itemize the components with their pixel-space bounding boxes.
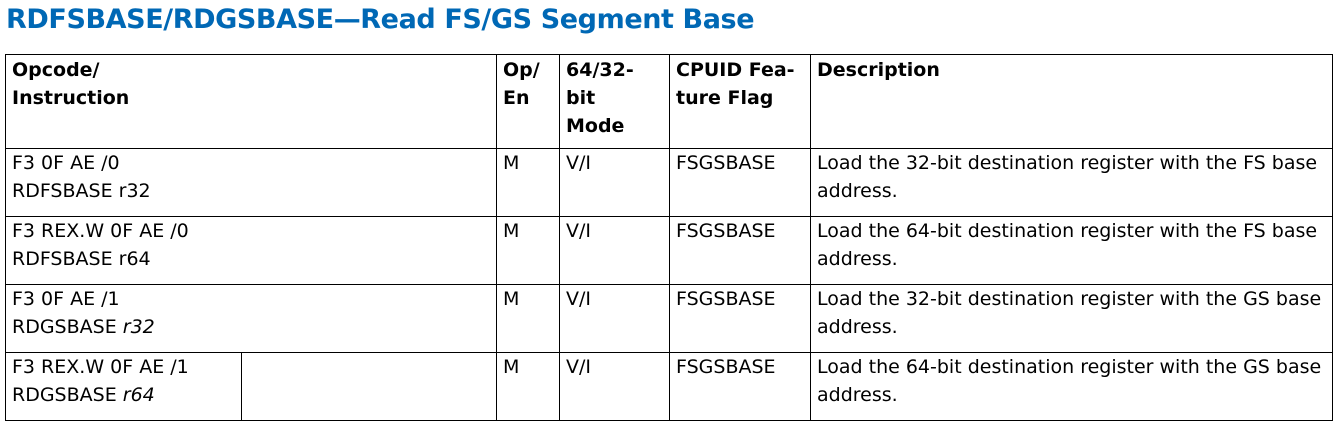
header-op-en: Op/ En	[496, 54, 560, 149]
opcode: F3 0F AE /1	[12, 288, 120, 310]
mode-cell: V/I	[559, 216, 670, 285]
description-cell: Load the 64-bit destination register wit…	[810, 352, 1333, 421]
cpuid-cell: FSGSBASE	[669, 148, 811, 217]
instruction: RDFSBASE r64	[12, 248, 151, 270]
table-row: F3 0F AE /0 RDFSBASE r32 M V/I FSGSBASE …	[5, 148, 1333, 217]
opcode-instruction-cell: F3 REX.W 0F AE /1 RDGSBASE r64	[5, 352, 497, 421]
description-cell: Load the 64-bit destination register wit…	[810, 216, 1333, 285]
table-row: F3 REX.W 0F AE /0 RDFSBASE r64 M V/I FSG…	[5, 216, 1333, 285]
opcode: F3 REX.W 0F AE /0	[12, 220, 189, 242]
opcode-instruction-cell: F3 REX.W 0F AE /0 RDFSBASE r64	[5, 216, 497, 285]
op-en-cell: M	[496, 284, 560, 353]
table-row: F3 REX.W 0F AE /1 RDGSBASE r64 M V/I FSG…	[5, 352, 1333, 421]
mode-cell: V/I	[559, 284, 670, 353]
op-en-cell: M	[496, 148, 560, 217]
instruction: RDGSBASE r32	[12, 316, 155, 338]
page-title: RDFSBASE/RDGSBASE—Read FS/GS Segment Bas…	[6, 4, 755, 35]
mode-cell: V/I	[559, 352, 670, 421]
table-row: F3 0F AE /1 RDGSBASE r32 M V/I FSGSBASE …	[5, 284, 1333, 353]
instruction: RDFSBASE r32	[12, 180, 151, 202]
opcode: F3 0F AE /0	[12, 152, 120, 174]
mode-cell: V/I	[559, 148, 670, 217]
instruction-table: Opcode/ Instruction Op/ En 64/32- bit Mo…	[5, 54, 1333, 421]
opcode-instruction-cell: F3 0F AE /0 RDFSBASE r32	[5, 148, 497, 217]
header-cpuid-flag: CPUID Fea- ture Flag	[669, 54, 811, 149]
header-description: Description	[810, 54, 1333, 149]
cpuid-cell: FSGSBASE	[669, 216, 811, 285]
opcode-instruction-cell: F3 0F AE /1 RDGSBASE r32	[5, 284, 497, 353]
table-header-row: Opcode/ Instruction Op/ En 64/32- bit Mo…	[5, 54, 1333, 149]
cpuid-cell: FSGSBASE	[669, 352, 811, 421]
opcode: F3 REX.W 0F AE /1	[12, 356, 189, 378]
description-cell: Load the 32-bit destination register wit…	[810, 284, 1333, 353]
cpuid-cell: FSGSBASE	[669, 284, 811, 353]
instruction: RDGSBASE r64	[12, 384, 155, 406]
description-cell: Load the 32-bit destination register wit…	[810, 148, 1333, 217]
header-mode: 64/32- bit Mode	[559, 54, 670, 149]
op-en-cell: M	[496, 352, 560, 421]
header-opcode-instruction: Opcode/ Instruction	[5, 54, 497, 149]
op-en-cell: M	[496, 216, 560, 285]
